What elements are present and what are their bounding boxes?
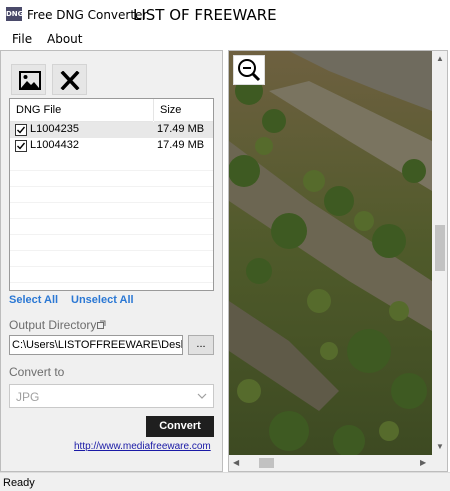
status-bar: Ready (0, 472, 450, 491)
row-divider (10, 250, 213, 251)
zoom-out-button[interactable] (233, 55, 265, 85)
row-divider (10, 170, 213, 171)
remove-button[interactable] (52, 64, 87, 95)
preview-image (229, 51, 432, 455)
row-divider (10, 186, 213, 187)
left-panel: DNG File Size L1004235 17.49 MB L1004432… (0, 50, 223, 472)
browse-button[interactable]: ... (188, 335, 214, 355)
status-text: Ready (3, 477, 35, 489)
convert-button[interactable]: Convert (146, 416, 214, 437)
app-icon: DNG (6, 7, 23, 21)
output-directory-field[interactable]: C:\Users\LISTOFFREEWARE\Deskto (9, 335, 183, 355)
window-title: Free DNG Converter (27, 8, 148, 22)
vertical-scroll-thumb[interactable] (435, 225, 445, 271)
close-icon (60, 71, 80, 90)
column-header-size[interactable]: Size (154, 99, 213, 122)
output-directory-label: Output Directory (9, 318, 106, 332)
select-all-link[interactable]: Select All (9, 294, 58, 306)
horizontal-scroll-thumb[interactable] (259, 458, 274, 468)
file-name: L1004432 (30, 139, 79, 151)
table-row[interactable]: L1004432 17.49 MB (10, 138, 213, 154)
row-divider (10, 266, 213, 267)
format-selected-value: JPG (16, 390, 40, 404)
file-size: 17.49 MB (157, 123, 205, 135)
chevron-down-icon (197, 393, 207, 399)
watermark-text: LIST OF FREEWARE (133, 6, 277, 24)
landscape-photo (229, 51, 432, 455)
column-header-file[interactable]: DNG File (10, 99, 153, 122)
output-directory-text: Output Directory (9, 318, 97, 332)
file-table: DNG File Size L1004235 17.49 MB L1004432… (9, 98, 214, 291)
vertical-scrollbar[interactable]: ▲ ▼ (432, 51, 447, 455)
preview-panel: ▲ ▼ ◀ ▶ (228, 50, 448, 472)
checkmark-icon (17, 126, 26, 134)
menu-about[interactable]: About (47, 32, 82, 46)
image-icon (19, 71, 41, 90)
row-divider (10, 234, 213, 235)
row-divider (10, 202, 213, 203)
unselect-all-link[interactable]: Unselect All (71, 294, 134, 306)
scroll-down-icon[interactable]: ▼ (436, 443, 444, 451)
scrollbar-corner (432, 455, 447, 471)
file-size: 17.49 MB (157, 139, 205, 151)
format-select[interactable]: JPG (9, 384, 214, 408)
website-link[interactable]: http://www.mediafreeware.com (74, 441, 211, 452)
menu-bar: File About (0, 30, 450, 48)
row-divider (10, 282, 213, 283)
open-folder-icon[interactable] (97, 320, 106, 329)
menu-file[interactable]: File (12, 32, 32, 46)
zoom-out-icon (238, 59, 261, 82)
scroll-right-icon[interactable]: ▶ (420, 459, 426, 467)
add-image-button[interactable] (11, 64, 46, 95)
horizontal-scrollbar[interactable]: ◀ ▶ (229, 455, 432, 471)
file-name: L1004235 (30, 123, 79, 135)
table-row[interactable]: L1004235 17.49 MB (10, 122, 213, 138)
scroll-up-icon[interactable]: ▲ (436, 55, 444, 63)
checkmark-icon (17, 142, 26, 150)
row-divider (10, 218, 213, 219)
convert-to-label: Convert to (9, 365, 65, 379)
scroll-left-icon[interactable]: ◀ (233, 459, 239, 467)
row-checkbox[interactable] (15, 140, 27, 152)
title-bar: DNG Free DNG Converter LIST OF FREEWARE (0, 0, 450, 30)
row-checkbox[interactable] (15, 124, 27, 136)
